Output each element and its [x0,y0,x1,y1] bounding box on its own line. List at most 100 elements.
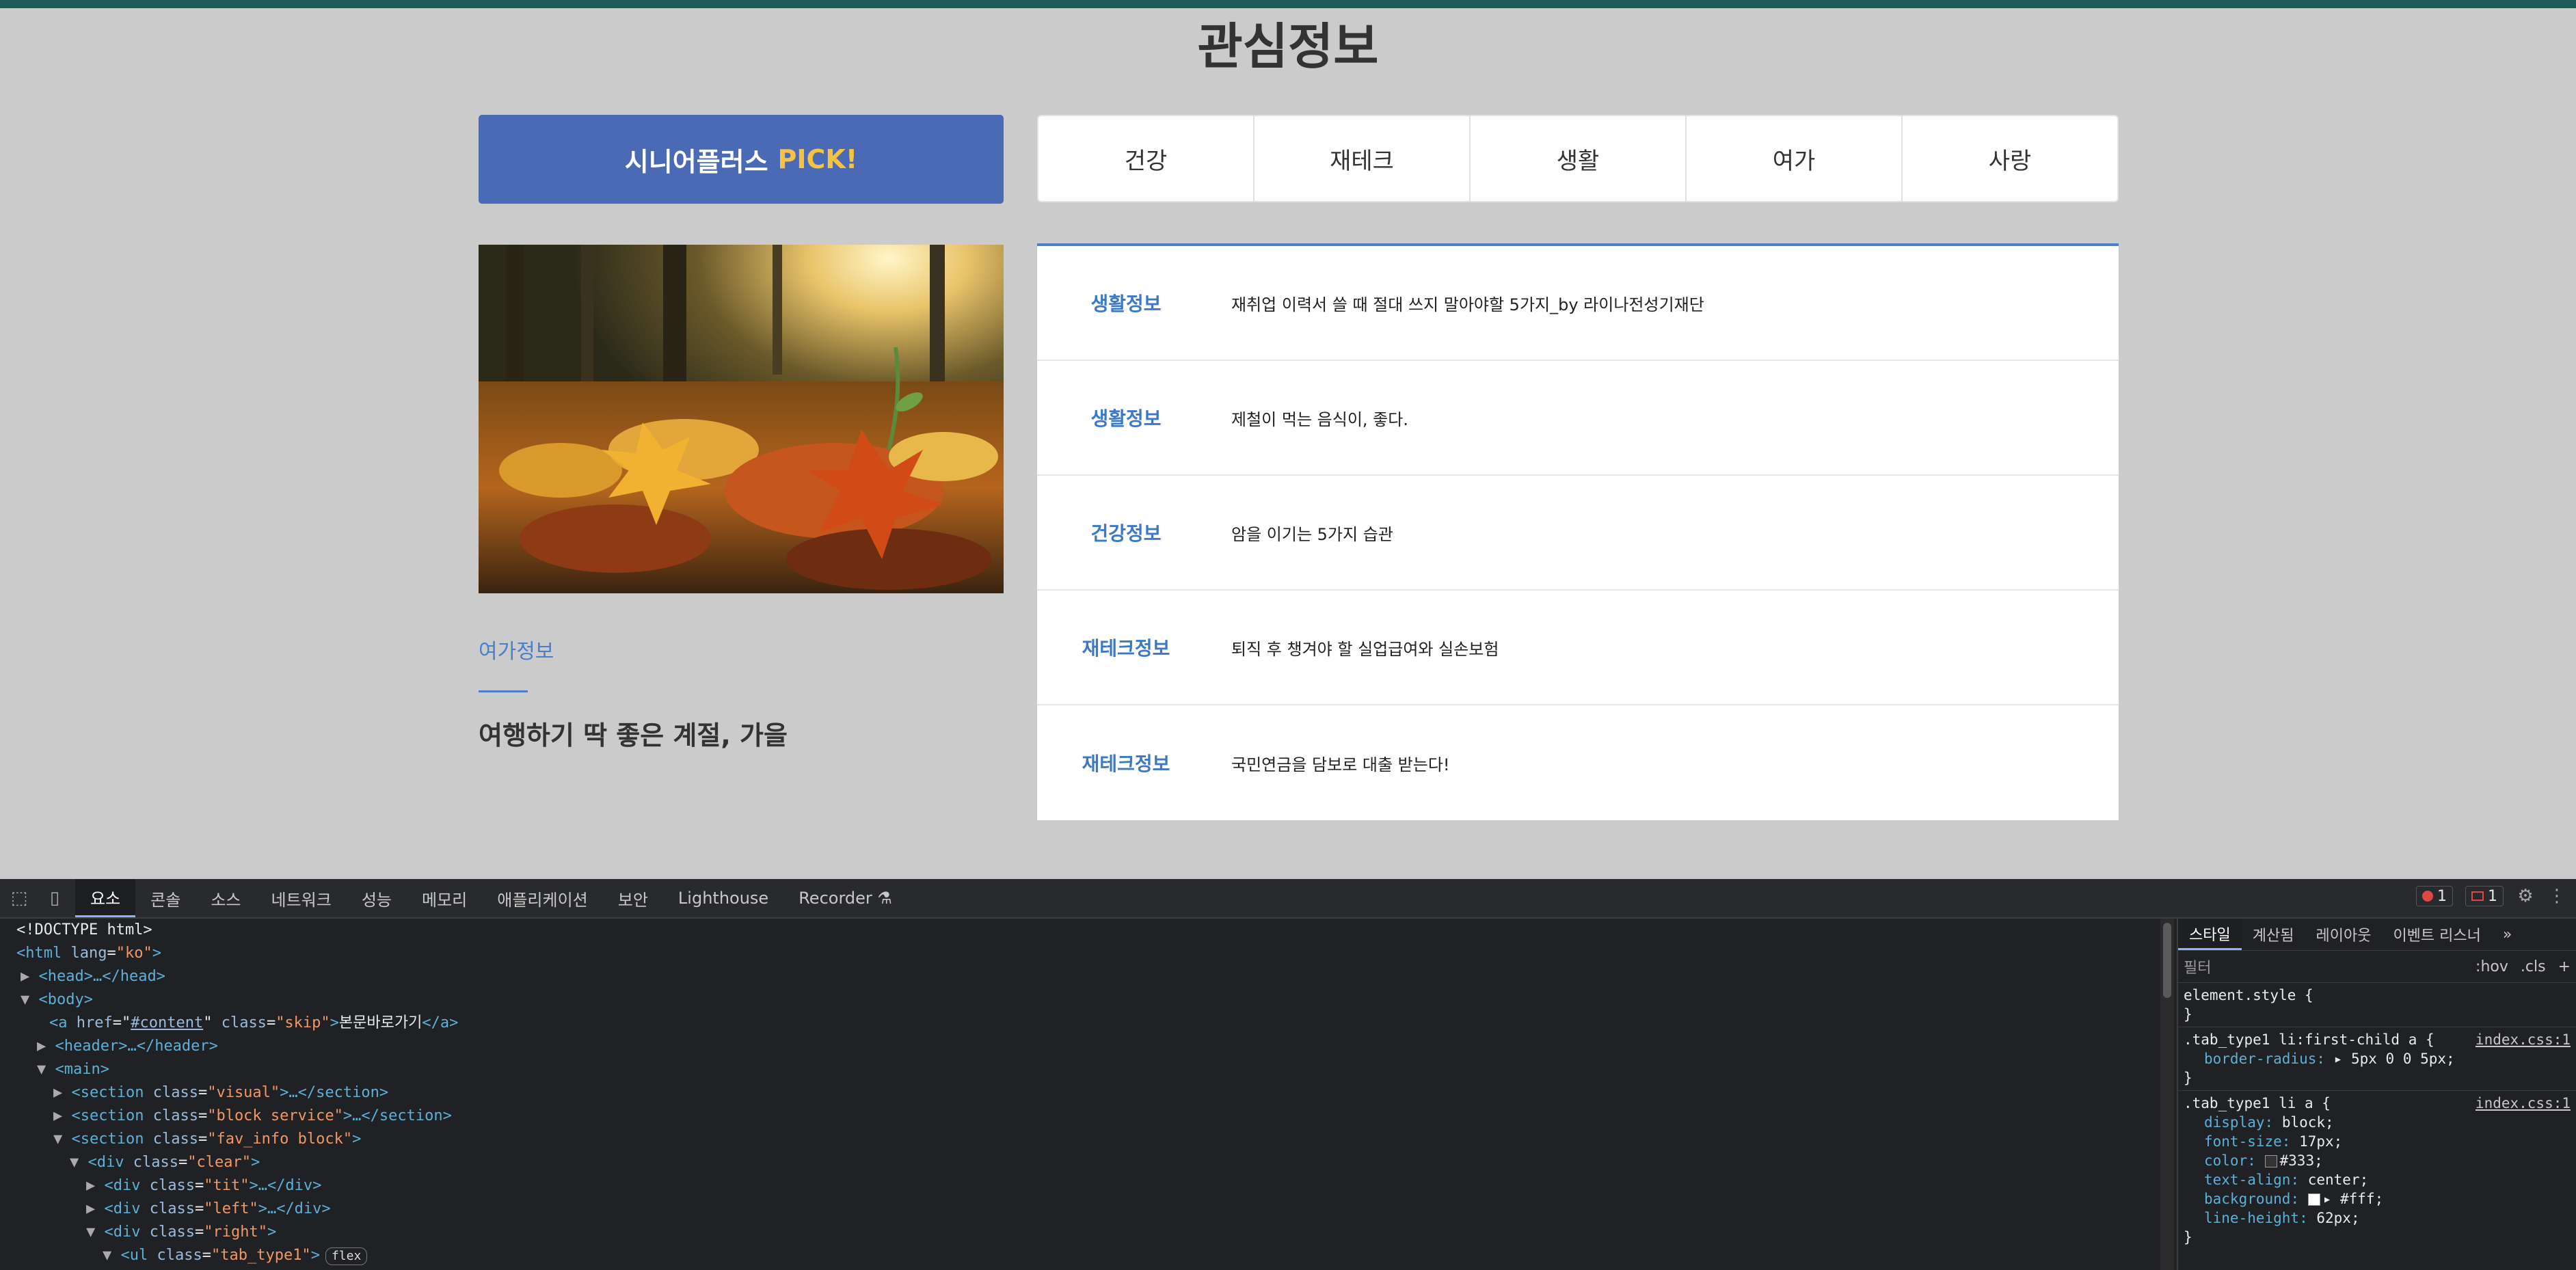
css-prop-value[interactable]: ▸ #fff; [2323,1191,2384,1207]
flex-badge[interactable]: flex [325,1247,368,1265]
collapse-arrow-icon[interactable]: ▼ [70,1154,79,1171]
div-class-value: "clear" [187,1154,251,1171]
dom-node-skip-link[interactable]: <a href="#content" class="skip">본문바로가기</… [0,1012,2160,1035]
css-prop-value[interactable]: center; [2308,1172,2369,1188]
list-item[interactable]: 생활정보 제철이 먹는 음식이, 좋다. [1037,361,2119,476]
collapse-arrow-icon[interactable]: ▼ [21,991,29,1008]
error-count-badge[interactable]: 1 [2416,886,2453,906]
list-item[interactable]: 재테크정보 국민연금을 담보로 대출 받는다! [1037,705,2119,820]
dom-node-div-right[interactable]: ▼ <div class="right"> [0,1221,2160,1244]
scrollbar-thumb[interactable] [2163,923,2171,998]
collapse-arrow-icon[interactable]: ▼ [103,1247,111,1264]
dom-node-div-left[interactable]: ▶ <div class="left">…</div> [0,1198,2160,1221]
dom-node-div-tit[interactable]: ▶ <div class="tit">…</div> [0,1174,2160,1198]
devtools-panel: ⬚ ▯ 요소 콘솔 소스 네트워크 성능 메모리 애플리케이션 보안 Light… [0,879,2576,1270]
styles-filter-input[interactable]: 필터 [2184,956,2463,977]
css-prop-name[interactable]: color [2204,1152,2247,1169]
expand-arrow-icon[interactable]: ▶ [86,1177,95,1194]
expand-arrow-icon[interactable]: ▶ [53,1084,62,1101]
tab-application[interactable]: 애플리케이션 [482,879,602,917]
dom-node-doctype[interactable]: <!DOCTYPE html> [0,919,2160,942]
list-item[interactable]: 생활정보 재취업 이력서 쓸 때 절대 쓰지 말아야할 5가지_by 라이나전성… [1037,246,2119,361]
tab-recorder[interactable]: Recorder ⚗ [783,879,907,917]
settings-gear-icon[interactable]: ⚙ [2516,887,2535,906]
color-swatch[interactable] [2264,1155,2277,1167]
css-prop-value[interactable]: 62px; [2316,1210,2359,1226]
list-item-title[interactable]: 재취업 이력서 쓸 때 절대 쓰지 말아야할 5가지_by 라이나전성기재단 [1215,291,1704,315]
expand-arrow-icon[interactable]: ▶ [53,1107,62,1124]
dom-node-main[interactable]: ▼ <main> [0,1058,2160,1081]
tab-console[interactable]: 콘솔 [135,879,196,917]
dom-node-section-fav-info[interactable]: ▼ <section class="fav_info block"> [0,1128,2160,1151]
css-prop-name[interactable]: background [2204,1191,2290,1207]
list-item-title[interactable]: 퇴직 후 챙겨야 할 실업급여와 실손보험 [1215,636,1499,660]
warning-count-badge[interactable]: 1 [2465,886,2504,906]
collapse-arrow-icon[interactable]: ▼ [37,1061,46,1078]
css-prop-name[interactable]: display [2204,1114,2265,1131]
add-rule-icon[interactable]: + [2558,958,2571,975]
collapse-arrow-icon[interactable]: ▼ [53,1131,62,1148]
list-item[interactable]: 재테크정보 퇴직 후 챙겨야 할 실업급여와 실손보험 [1037,591,2119,705]
cls-toggle[interactable]: .cls [2521,958,2546,975]
dom-scrollbar[interactable] [2160,919,2174,1270]
css-source-link[interactable]: index.css:1 [2476,1094,2571,1113]
dom-node-div-clear[interactable]: ▼ <div class="clear"> [0,1151,2160,1174]
dom-node-section-visual[interactable]: ▶ <section class="visual">…</section> [0,1081,2160,1105]
tab-event-listeners[interactable]: 이벤트 리스너 [2382,919,2491,950]
expand-arrow-icon[interactable]: ▶ [86,1200,95,1217]
feature-photo-autumn-leaves[interactable] [479,245,1004,593]
css-prop-value[interactable]: 17px; [2299,1133,2342,1150]
tab-elements[interactable]: 요소 [75,879,136,917]
dom-node-html[interactable]: <html lang="ko"> [0,942,2160,965]
list-item-title[interactable]: 제철이 먹는 음식이, 좋다. [1215,406,1408,430]
tab-network[interactable]: 네트워크 [256,879,347,917]
feature-title[interactable]: 여행하기 딱 좋은 계절, 가을 [479,714,788,752]
tab-leisure[interactable]: 여가 [1685,116,1901,201]
class-value: "skip" [276,1014,330,1031]
tab-finance[interactable]: 재테크 [1253,116,1469,201]
color-swatch[interactable] [2307,1193,2320,1206]
tab-memory[interactable]: 메모리 [407,879,482,917]
dom-node-ul-tab-type1[interactable]: ▼ <ul class="tab_type1"> flex [0,1244,2160,1267]
dom-node-head[interactable]: ▶ <head>…</head> [0,965,2160,988]
senior-plus-pick-button[interactable]: 시니어플러스 PICK! [479,115,1004,204]
feature-category[interactable]: 여가정보 [479,634,554,664]
tab-lighthouse[interactable]: Lighthouse [663,879,783,917]
css-source-link[interactable]: index.css:1 [2476,1030,2571,1049]
css-rule-close: } [2184,1006,2192,1023]
css-prop-name[interactable]: text-align [2204,1172,2290,1188]
list-item-title[interactable]: 암을 이기는 5가지 습관 [1215,521,1393,545]
css-prop-value[interactable]: #333; [2280,1152,2323,1169]
hov-toggle[interactable]: :hov [2476,958,2508,975]
tab-performance[interactable]: 성능 [347,879,407,917]
inspect-element-icon[interactable]: ⬚ [10,889,29,908]
expand-arrow-icon[interactable]: ▶ [21,968,29,985]
tab-security[interactable]: 보안 [603,879,663,917]
css-prop-name[interactable]: border-radius [2204,1051,2316,1067]
tab-love[interactable]: 사랑 [1901,116,2117,201]
dom-node-body[interactable]: ▼ <body> [0,988,2160,1012]
tab-computed[interactable]: 계산됨 [2242,919,2305,950]
tab-life[interactable]: 생활 [1469,116,1685,201]
tab-sources[interactable]: 소스 [196,879,256,917]
more-tabs-chevron-icon[interactable]: » [2492,919,2523,950]
tab-layout[interactable]: 레이아웃 [2305,919,2382,950]
css-prop-name[interactable]: font-size [2204,1133,2282,1150]
css-rule-tab-li-a[interactable]: index.css:1 .tab_type1 li a { display: bl… [2178,1091,2576,1249]
css-rule-element-style[interactable]: element.style { } [2178,983,2576,1027]
dom-node-header[interactable]: ▶ <header>…</header> [0,1035,2160,1058]
css-rule-first-child[interactable]: index.css:1 .tab_type1 li:first-child a {… [2178,1027,2576,1091]
list-item[interactable]: 건강정보 암을 이기는 5가지 습관 [1037,476,2119,591]
expand-arrow-icon[interactable]: ▶ [37,1038,46,1055]
tab-styles[interactable]: 스타일 [2178,919,2242,950]
tab-health[interactable]: 건강 [1038,116,1253,201]
href-value[interactable]: #content [131,1014,203,1031]
list-item-title[interactable]: 국민연금을 담보로 대출 받는다! [1215,751,1450,775]
css-prop-value[interactable]: ▸ 5px 0 0 5px; [2334,1051,2455,1067]
dom-node-section-service[interactable]: ▶ <section class="block service">…</sect… [0,1105,2160,1128]
collapse-arrow-icon[interactable]: ▼ [86,1224,95,1241]
device-toolbar-icon[interactable]: ▯ [45,889,64,908]
more-options-icon[interactable]: ⋮ [2547,887,2566,906]
css-prop-value[interactable]: block; [2282,1114,2334,1131]
css-prop-name[interactable]: line-height [2204,1210,2299,1226]
